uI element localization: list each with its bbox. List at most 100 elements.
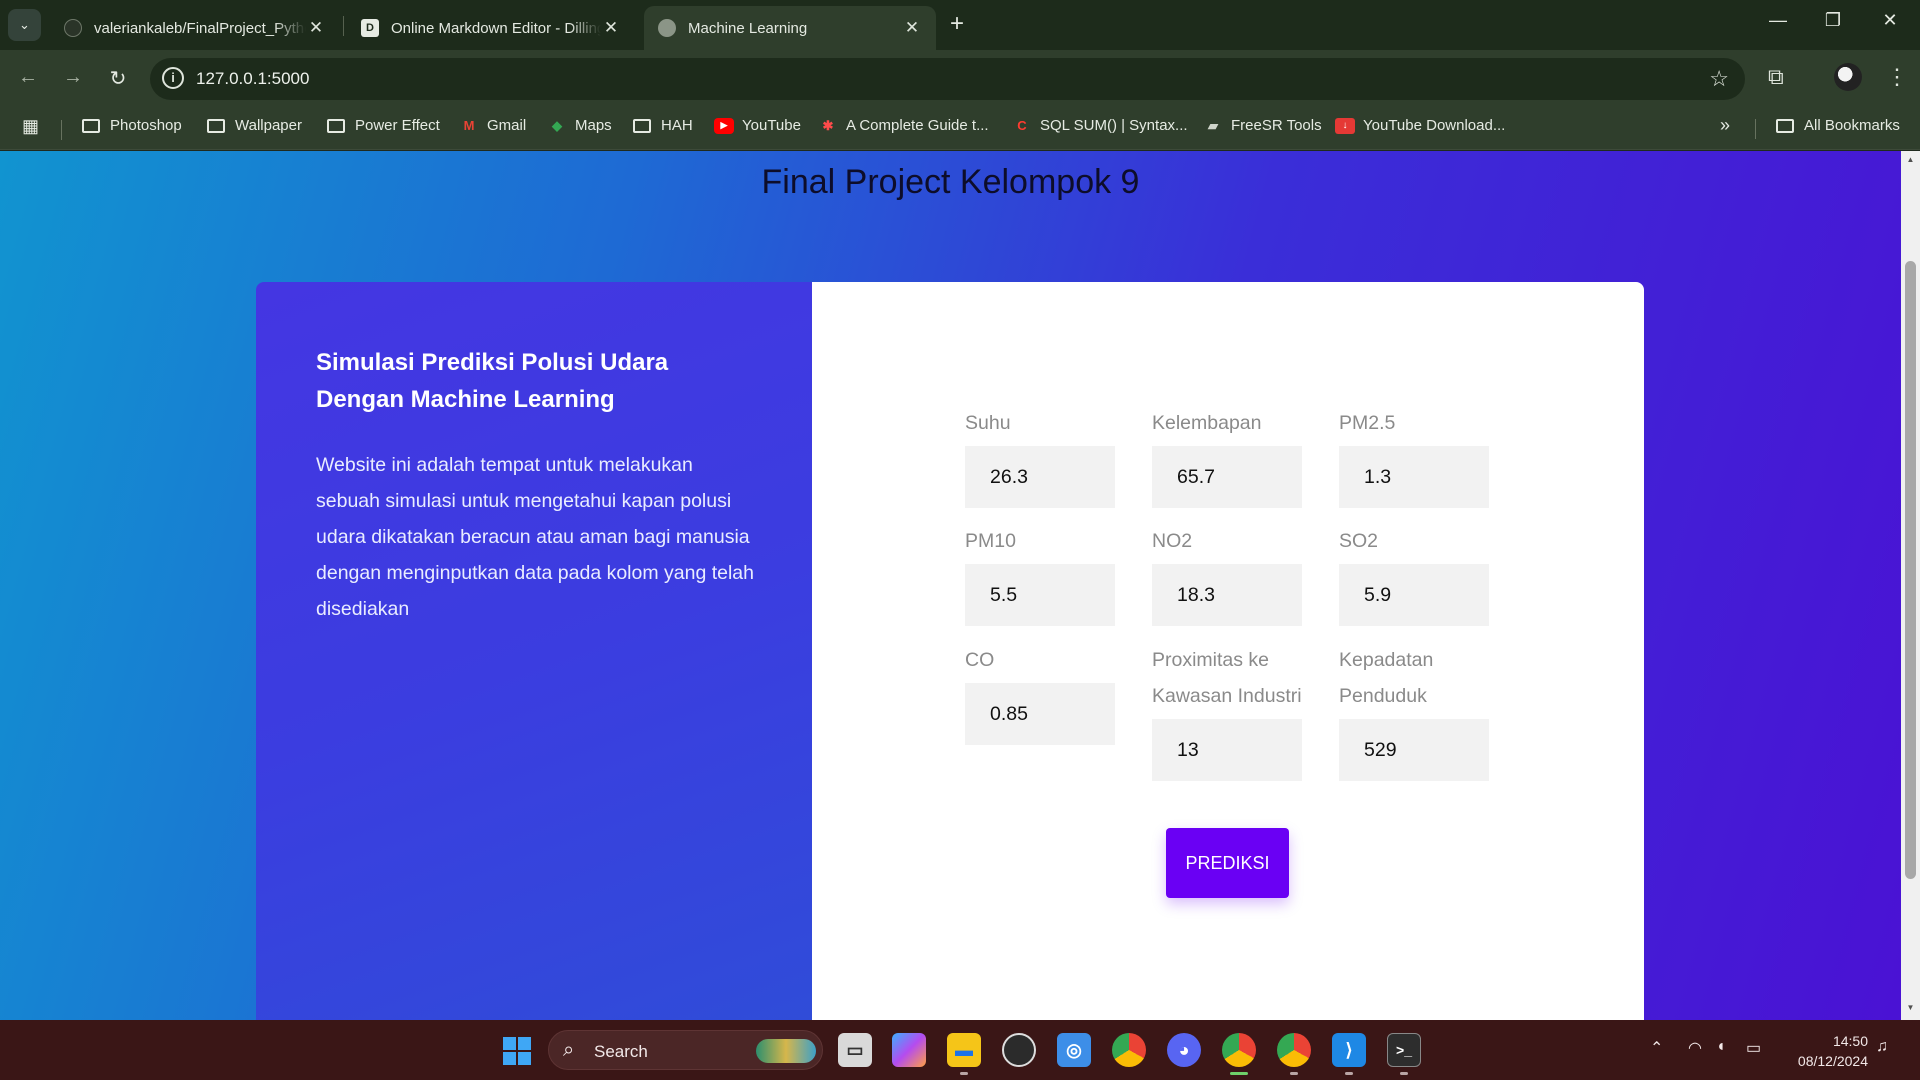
windows-start-icon[interactable]	[503, 1037, 531, 1065]
suhu-input[interactable]	[965, 446, 1115, 508]
back-icon[interactable]: ←	[13, 66, 43, 89]
discord-icon[interactable]: ◕	[1167, 1033, 1201, 1067]
show-hidden-icons[interactable]: ⌃	[1650, 1038, 1663, 1058]
chrome-icon[interactable]	[1277, 1033, 1311, 1067]
system-clock[interactable]: 14:50 08/12/2024	[1780, 1031, 1868, 1071]
vscode-icon[interactable]: ⟩	[1332, 1033, 1366, 1067]
proximitas-input[interactable]	[1152, 719, 1302, 781]
chrome-icon[interactable]	[1112, 1033, 1146, 1067]
globe-icon	[658, 19, 676, 37]
app-icon[interactable]: ◎	[1057, 1033, 1091, 1067]
co-input[interactable]	[965, 683, 1115, 745]
close-icon[interactable]: ✕	[306, 18, 326, 38]
all-bookmarks[interactable]: All Bookmarks	[1776, 117, 1900, 134]
bookmark-star-icon[interactable]: ☆	[1709, 66, 1729, 92]
kepadatan-input[interactable]	[1339, 719, 1489, 781]
bookmark-hah[interactable]: HAH	[633, 117, 693, 134]
field-pm10: PM10	[965, 523, 1115, 626]
running-indicator	[1345, 1072, 1353, 1075]
folder-icon	[1776, 118, 1794, 133]
menu-icon[interactable]: ⋮	[1886, 64, 1908, 90]
field-co: CO	[965, 642, 1115, 745]
notification-bell-icon[interactable]: ♫	[1876, 1038, 1888, 1056]
dillinger-icon: D	[361, 19, 379, 37]
scrollbar-thumb[interactable]	[1905, 261, 1916, 879]
field-kepadatan: Kepadatan Penduduk	[1339, 642, 1489, 781]
maps-icon: ◆	[552, 117, 562, 133]
freesr-icon: ▰	[1208, 117, 1218, 133]
field-label: CO	[965, 649, 995, 671]
minimize-icon[interactable]: —	[1758, 10, 1798, 31]
kelembapan-input[interactable]	[1152, 446, 1302, 508]
extensions-icon[interactable]: ⧉	[1768, 64, 1784, 90]
scroll-up-icon[interactable]: ▲	[1901, 155, 1920, 164]
bookmark-gmail[interactable]: M Gmail	[459, 117, 527, 134]
download-icon: ↓	[1335, 117, 1355, 134]
page-title: Final Project Kelompok 9	[761, 163, 1140, 201]
guide-icon: ✱	[822, 117, 834, 133]
field-suhu: Suhu	[965, 405, 1115, 508]
scroll-down-icon[interactable]: ▼	[1901, 1003, 1920, 1012]
folder-icon	[82, 118, 100, 133]
running-indicator	[1290, 1072, 1298, 1075]
bookmark-freesr-tools[interactable]: ▰ FreeSR Tools	[1203, 117, 1322, 134]
site-info-icon[interactable]: i	[162, 67, 184, 89]
bookmark-wallpaper[interactable]: Wallpaper	[207, 117, 302, 134]
bookmark-photoshop[interactable]: Photoshop	[82, 117, 182, 134]
url-text[interactable]: 127.0.0.1:5000	[196, 69, 309, 89]
field-proximitas: Proximitas ke Kawasan Industri	[1152, 642, 1302, 781]
page-viewport: Final Project Kelompok 9 Simulasi Predik…	[0, 151, 1901, 1020]
obs-icon[interactable]	[1002, 1033, 1036, 1067]
more-bookmarks-icon[interactable]: »	[1720, 115, 1730, 136]
field-no2: NO2	[1152, 523, 1302, 626]
bookmark-youtube-download[interactable]: ↓ YouTube Download...	[1335, 117, 1505, 134]
pm25-input[interactable]	[1339, 446, 1489, 508]
running-indicator	[960, 1072, 968, 1075]
tab-github[interactable]: valeriankaleb/FinalProject_Python ✕	[50, 6, 340, 50]
bookmark-maps[interactable]: ◆ Maps	[547, 117, 612, 134]
close-window-icon[interactable]: ✕	[1870, 10, 1910, 31]
tab-machine-learning[interactable]: Machine Learning ✕	[644, 6, 936, 50]
predict-button[interactable]: PREDIKSI	[1166, 828, 1289, 898]
bookmarks-separator	[61, 120, 62, 140]
forward-icon[interactable]: →	[58, 66, 88, 89]
field-label: NO2	[1152, 530, 1193, 552]
volume-icon[interactable]: ◖	[1716, 1038, 1726, 1056]
field-label: Suhu	[965, 412, 1011, 434]
pm10-input[interactable]	[965, 564, 1115, 626]
terminal-icon[interactable]: >_	[1387, 1033, 1421, 1067]
reload-icon[interactable]: ↻	[103, 66, 133, 91]
chevron-down-icon: ⌄	[19, 17, 30, 32]
file-explorer-icon[interactable]: ▬	[947, 1033, 981, 1067]
info-description: Website ini adalah tempat untuk melakuka…	[316, 454, 754, 620]
field-label: Kepadatan Penduduk	[1339, 649, 1434, 707]
close-icon[interactable]: ✕	[601, 18, 621, 38]
bookmarks-separator	[1755, 119, 1756, 139]
bookmark-sql-sum[interactable]: C SQL SUM() | Syntax...	[1012, 117, 1187, 134]
field-label: PM10	[965, 530, 1016, 552]
wifi-icon[interactable]: ◠	[1688, 1038, 1702, 1058]
address-bar[interactable]: i 127.0.0.1:5000 ☆	[150, 58, 1745, 100]
bookmark-complete-guide[interactable]: ✱ A Complete Guide t...	[818, 117, 989, 134]
taskbar-search[interactable]: ⌕ Search	[548, 1030, 823, 1070]
field-label: Kelembapan	[1152, 412, 1262, 434]
battery-icon[interactable]: ▭	[1746, 1038, 1761, 1058]
bookmark-power-effect[interactable]: Power Effect	[327, 117, 440, 134]
close-icon[interactable]: ✕	[902, 18, 922, 38]
folder-icon	[207, 118, 225, 133]
profile-avatar[interactable]	[1834, 63, 1862, 91]
chrome-profile-icon[interactable]	[1222, 1033, 1256, 1067]
copilot-icon[interactable]	[892, 1033, 926, 1067]
restore-icon[interactable]: ❐	[1813, 10, 1853, 31]
no2-input[interactable]	[1152, 564, 1302, 626]
tab-dillinger[interactable]: D Online Markdown Editor - Dillinger ✕	[347, 6, 635, 50]
running-indicator	[1400, 1072, 1408, 1075]
new-tab-button[interactable]: +	[950, 12, 964, 36]
bookmark-youtube[interactable]: ▶ YouTube	[714, 117, 801, 134]
apps-icon[interactable]: ▦	[22, 116, 39, 137]
page-scrollbar[interactable]: ▲ ▼	[1901, 151, 1920, 1020]
tab-search-button[interactable]: ⌄	[8, 9, 41, 41]
task-view-icon[interactable]: ▭	[838, 1033, 872, 1067]
field-kelembapan: Kelembapan	[1152, 405, 1302, 508]
so2-input[interactable]	[1339, 564, 1489, 626]
